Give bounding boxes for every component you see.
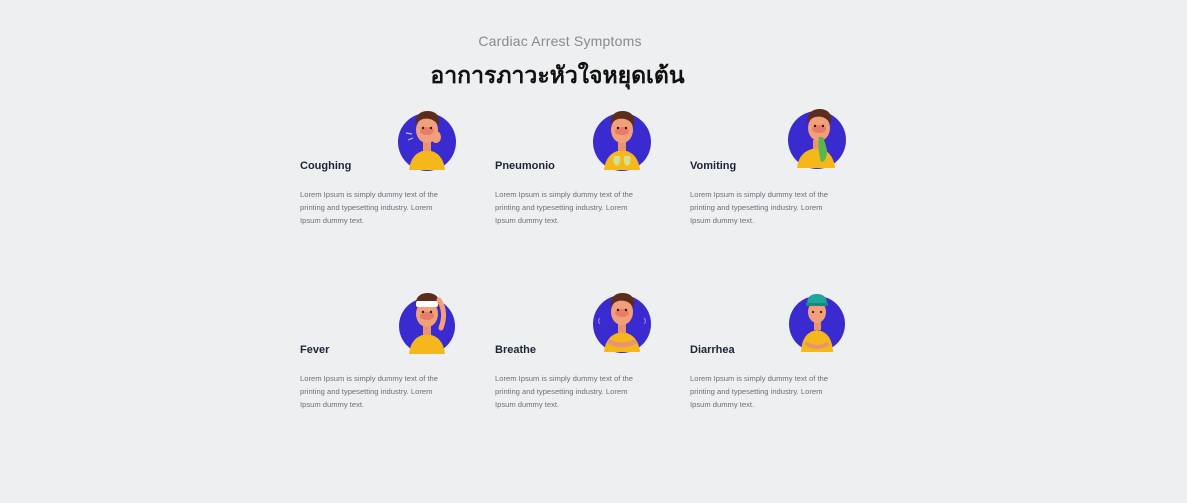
symptom-card-coughing: Coughing Lorem Ipsum is simply dummy tex… (300, 104, 470, 234)
section-subtitle: Cardiac Arrest Symptoms (478, 33, 642, 49)
symptom-card-fever: Fever Lorem Ipsum is simply dummy text o… (300, 288, 470, 418)
symptom-card-pneumonio: Pneumonio Lorem Ipsum is simply dummy te… (495, 104, 665, 234)
symptom-description: Lorem Ipsum is simply dummy text of the … (495, 374, 633, 409)
section-title: อาการภาวะหัวใจหยุดเต้น (430, 63, 685, 89)
symptom-card-breathe: Breathe Lorem Ipsum is simply dummy text… (495, 288, 665, 418)
breathing-person-icon (592, 288, 654, 360)
symptom-description: Lorem Ipsum is simply dummy text of the … (300, 190, 438, 225)
symptom-title: Breathe (495, 344, 536, 356)
fever-person-icon (397, 288, 459, 360)
symptom-title: Fever (300, 344, 330, 356)
symptom-card-vomiting: Vomiting Lorem Ipsum is simply dummy tex… (690, 104, 860, 234)
coughing-person-icon (397, 104, 459, 176)
vomiting-person-icon (787, 104, 849, 176)
pneumonia-person-icon (592, 104, 654, 176)
symptom-description: Lorem Ipsum is simply dummy text of the … (300, 374, 438, 409)
symptom-title: Vomiting (690, 160, 737, 172)
symptom-description: Lorem Ipsum is simply dummy text of the … (690, 190, 828, 225)
symptom-description: Lorem Ipsum is simply dummy text of the … (690, 374, 828, 409)
symptom-title: Coughing (300, 160, 352, 172)
symptom-title: Pneumonio (495, 160, 555, 172)
symptom-description: Lorem Ipsum is simply dummy text of the … (495, 190, 633, 225)
symptoms-section: Cardiac Arrest Symptoms อาการภาวะหัวใจหย… (0, 0, 1187, 503)
diarrhea-person-icon (787, 288, 849, 360)
symptom-title: Diarrhea (690, 344, 735, 356)
symptom-card-diarrhea: Diarrhea Lorem Ipsum is simply dummy tex… (690, 288, 860, 418)
